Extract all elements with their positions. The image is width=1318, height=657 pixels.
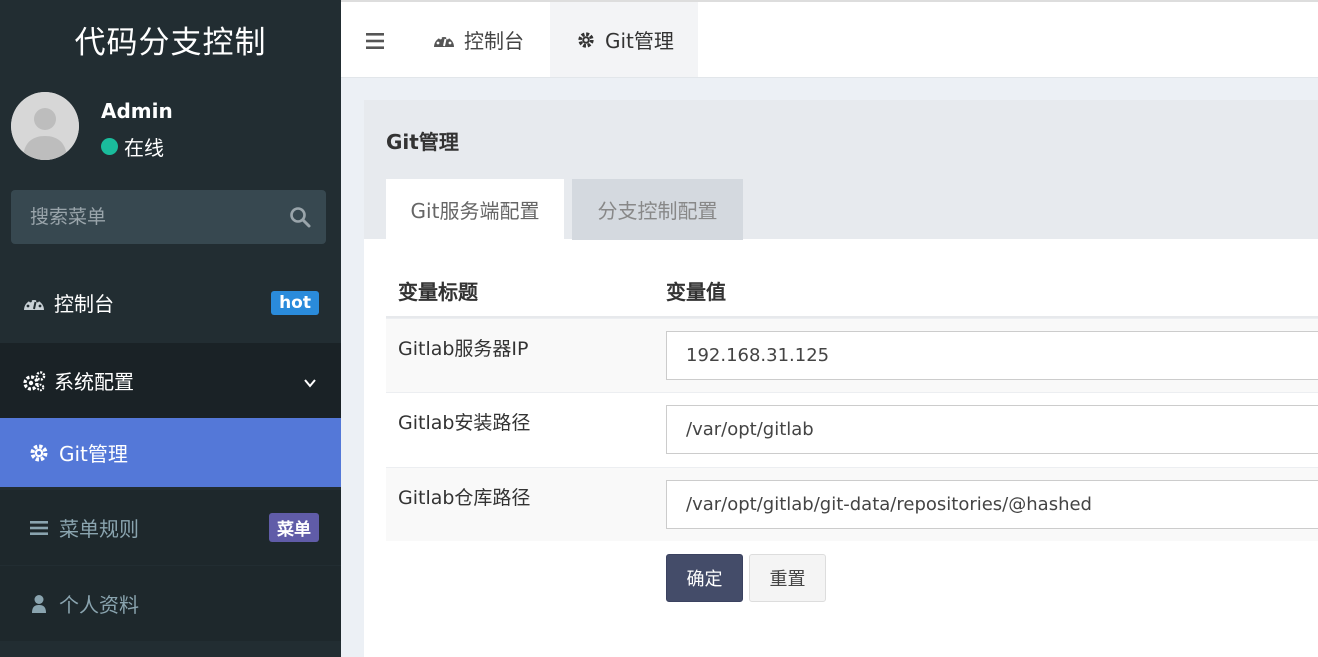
- hamburger-menu-icon[interactable]: [365, 31, 385, 51]
- menu-badge: 菜单: [269, 513, 319, 542]
- sidebar-item-label: 个人资料: [59, 593, 139, 617]
- dashboard-icon: [22, 291, 46, 315]
- git-management-panel: Git管理 Git服务端配置 分支控制配置 变量标题 变量值 Gitlab服务器…: [364, 100, 1318, 657]
- sidebar-item-menu-rules[interactable]: 菜单规则 菜单: [0, 490, 341, 565]
- column-header-title: 变量标题: [398, 280, 478, 304]
- table-header: 变量标题 变量值: [386, 258, 1318, 318]
- sidebar-item-label: 控制台: [54, 292, 114, 316]
- avatar[interactable]: [11, 92, 79, 160]
- sidebar-item-git-management[interactable]: Git管理: [0, 418, 341, 487]
- confirm-button[interactable]: 确定: [666, 554, 743, 602]
- user-name: Admin: [101, 99, 173, 123]
- gears-icon: [22, 369, 46, 393]
- user-status-label: 在线: [124, 136, 164, 160]
- reset-button[interactable]: 重置: [749, 554, 826, 602]
- gear-icon: [27, 441, 51, 465]
- tab-label: 控制台: [464, 29, 524, 53]
- tab-branch-control-config[interactable]: 分支控制配置: [572, 179, 743, 240]
- default-avatar-icon: [11, 92, 79, 160]
- user-icon: [27, 592, 51, 616]
- table-row: Gitlab安装路径: [386, 392, 1318, 466]
- app-logo[interactable]: 代码分支控制: [0, 0, 341, 78]
- table-row: Gitlab服务器IP: [386, 318, 1318, 392]
- gear-icon: [577, 31, 595, 49]
- tab-git-server-config[interactable]: Git服务端配置: [386, 179, 564, 239]
- top-navbar: 控制台 Git管理: [341, 0, 1318, 78]
- dashboard-icon: [433, 31, 455, 49]
- chevron-down-icon[interactable]: [303, 371, 317, 395]
- online-status-dot-icon: [101, 138, 118, 155]
- row-label: Gitlab仓库路径: [398, 487, 531, 509]
- tab-git-management[interactable]: Git管理: [550, 2, 698, 77]
- menu-search-input[interactable]: [11, 190, 276, 244]
- search-icon[interactable]: [288, 205, 312, 229]
- gitlab-repo-path-input[interactable]: [666, 480, 1318, 529]
- tab-label: Git管理: [605, 29, 674, 53]
- gitlab-server-ip-input[interactable]: [666, 331, 1318, 380]
- sidebar-item-dashboard[interactable]: 控制台 hot: [0, 265, 341, 340]
- page-title: Git管理: [386, 130, 459, 154]
- column-header-value: 变量值: [666, 280, 726, 304]
- tab-dashboard[interactable]: 控制台: [433, 2, 524, 77]
- row-label: Gitlab安装路径: [398, 412, 531, 434]
- user-status: 在线: [101, 132, 164, 161]
- sidebar-item-label: 菜单规则: [59, 517, 139, 541]
- sidebar: 代码分支控制 Admin 在线 搜索菜单 控制台 hot 系统配置 Git管理 …: [0, 0, 341, 657]
- hot-badge: hot: [271, 290, 319, 315]
- row-label: Gitlab服务器IP: [398, 338, 529, 360]
- gitlab-install-path-input[interactable]: [666, 405, 1318, 454]
- list-icon: [27, 516, 51, 540]
- sidebar-item-label: 系统配置: [54, 370, 134, 394]
- table-row: Gitlab仓库路径: [386, 467, 1318, 541]
- sidebar-item-profile[interactable]: 个人资料: [0, 566, 341, 641]
- sidebar-item-label: Git管理: [59, 442, 128, 466]
- sidebar-item-system-config[interactable]: 系统配置: [0, 343, 341, 418]
- user-panel: Admin 在线: [11, 92, 331, 162]
- sidebar-footer-strip: [0, 641, 341, 657]
- menu-search: [11, 190, 326, 244]
- panel-header: Git管理 Git服务端配置 分支控制配置: [364, 100, 1318, 240]
